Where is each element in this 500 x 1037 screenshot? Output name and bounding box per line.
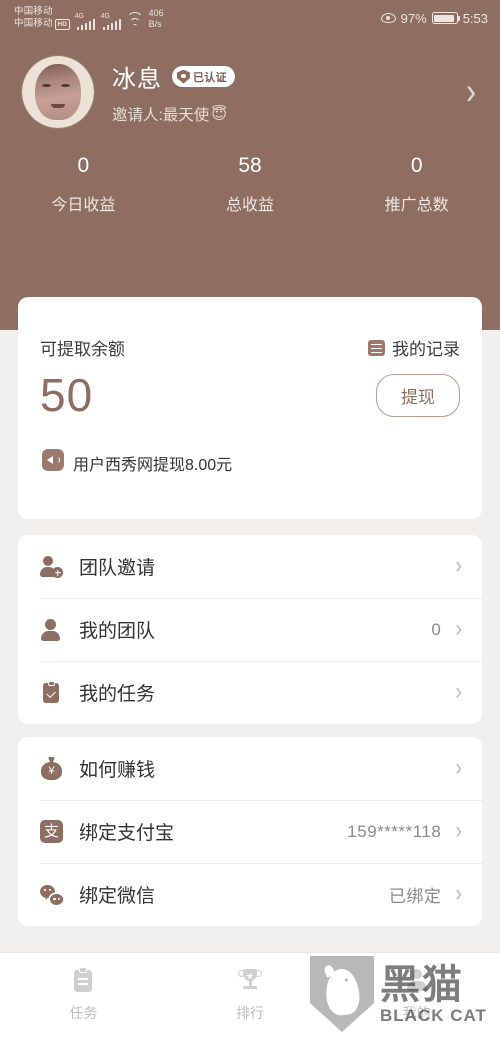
my-records-link[interactable]: 我的记录 xyxy=(368,335,460,360)
announcement-text: 用户西秀网提现8.00元 xyxy=(73,457,233,474)
menu-item-value: 已绑定 xyxy=(388,887,442,906)
announcement-marquee[interactable]: 用户西秀网提现8.00元 xyxy=(18,422,482,475)
network-speed-unit: B/s xyxy=(148,19,162,29)
clipboard-icon xyxy=(40,681,63,704)
balance-card: 可提取余额 我的记录 50 提现 用户西秀网提现8.00元 xyxy=(18,297,482,519)
status-bar-right: 97% 5:53 xyxy=(380,10,488,26)
profile-info: 冰息 已认证 邀请人:最天使 😇 xyxy=(112,59,466,125)
signal-bars-icon-2: 4G xyxy=(101,13,122,30)
balance-amount-row: 50 提现 xyxy=(18,360,482,422)
speaker-icon xyxy=(42,448,64,471)
menu-item-bind-wechat[interactable]: 绑定微信 已绑定 › xyxy=(18,863,482,926)
stat-value: 0 xyxy=(77,154,90,177)
menu-item-label: 绑定微信 xyxy=(79,886,156,907)
trophy-icon: ★ xyxy=(238,967,262,993)
menu-group-account: ¥ 如何赚钱 › 支 绑定支付宝 159*****118 › 绑定微信 已绑定 … xyxy=(18,737,482,926)
menu-item-my-tasks[interactable]: 我的任务 › xyxy=(18,661,482,724)
person-add-icon xyxy=(40,555,63,578)
balance-label: 可提取余额 xyxy=(40,340,125,359)
profile-header: 中国移动 中国移动 HD 4G 4G 406 B/s 97% 5:53 冰息 已… xyxy=(0,0,500,330)
verified-label: 已认证 xyxy=(193,71,227,84)
signal-strength-1 xyxy=(76,19,96,30)
menu-item-value: 159*****118 xyxy=(347,821,442,841)
carrier-name-2: 中国移动 xyxy=(14,18,53,29)
chevron-right-icon: › xyxy=(455,880,462,908)
balance-card-top: 可提取余额 我的记录 xyxy=(18,297,482,360)
tab-tasks[interactable]: 任务 xyxy=(0,953,167,1037)
inviter-label: 邀请人:最天使 xyxy=(112,107,210,124)
status-bar: 中国移动 中国移动 HD 4G 4G 406 B/s 97% 5:53 xyxy=(0,0,500,36)
signal-bars-icon-1: 4G xyxy=(75,13,96,30)
menu-item-label: 我的团队 xyxy=(79,621,156,642)
shield-icon xyxy=(177,69,190,84)
my-records-label: 我的记录 xyxy=(392,340,460,359)
tab-label: 任务 xyxy=(69,1005,98,1021)
wifi-icon xyxy=(126,12,144,29)
money-bag-icon: ¥ xyxy=(40,757,63,780)
menu-item-label: 绑定支付宝 xyxy=(79,823,175,844)
tab-ranking[interactable]: ★ 排行 xyxy=(167,953,334,1037)
carrier-info: 中国移动 中国移动 HD xyxy=(14,6,70,30)
chevron-right-icon: › xyxy=(455,817,462,845)
alipay-icon: 支 xyxy=(40,820,63,843)
person-icon xyxy=(40,618,63,641)
menu-item-bind-alipay[interactable]: 支 绑定支付宝 159*****118 › xyxy=(18,800,482,863)
profile-row[interactable]: 冰息 已认证 邀请人:最天使 😇 › xyxy=(0,36,500,128)
network-speed: 406 B/s xyxy=(149,8,164,30)
withdraw-button[interactable]: 提现 xyxy=(376,373,460,417)
stat-value: 0 xyxy=(410,154,423,177)
balance-amount: 50 xyxy=(40,369,94,421)
angel-emoji-icon: 😇 xyxy=(211,106,227,123)
chevron-right-icon[interactable]: › xyxy=(466,73,476,111)
chevron-right-icon: › xyxy=(455,754,462,782)
tab-label: 排行 xyxy=(236,1005,264,1021)
clipboard-icon xyxy=(71,967,95,993)
menu-item-team-invite[interactable]: 团队邀请 › xyxy=(18,535,482,598)
chevron-right-icon: › xyxy=(455,552,462,580)
battery-icon xyxy=(431,12,461,24)
signal-strength-2 xyxy=(102,19,122,30)
tab-label: 我的 xyxy=(402,1005,431,1021)
stat-label: 推广总数 xyxy=(384,197,449,214)
chevron-right-icon: › xyxy=(455,678,462,706)
verified-badge: 已认证 xyxy=(172,66,235,87)
hd-badge-icon: HD xyxy=(54,18,70,30)
stat-total-promotions[interactable]: 0 推广总数 xyxy=(333,154,500,215)
stats-row: 0 今日收益 58 总收益 0 推广总数 xyxy=(0,154,500,215)
profile-name-row: 冰息 已认证 xyxy=(112,59,466,94)
stat-label: 今日收益 xyxy=(51,197,116,214)
stat-value: 58 xyxy=(238,154,262,177)
tab-profile[interactable]: 我的 xyxy=(333,953,500,1037)
battery-percent-label: 97% xyxy=(400,10,427,26)
person-icon xyxy=(405,967,429,993)
records-icon xyxy=(368,339,385,356)
inviter-row: 邀请人:最天使 😇 xyxy=(112,103,466,125)
menu-item-how-to-earn[interactable]: ¥ 如何赚钱 › xyxy=(18,737,482,800)
network-speed-value: 406 xyxy=(148,8,164,18)
menu-item-label: 团队邀请 xyxy=(79,558,156,579)
menu-item-value: 0 xyxy=(431,619,442,639)
alipay-glyph: 支 xyxy=(43,822,59,840)
menu-group-team: 团队邀请 › 我的团队 0 › 我的任务 › xyxy=(18,535,482,724)
status-bar-left: 中国移动 中国移动 HD 4G 4G 406 B/s xyxy=(14,6,164,30)
wechat-icon xyxy=(40,883,63,906)
stat-label: 总收益 xyxy=(226,197,275,214)
carrier-row-2: 中国移动 HD xyxy=(14,18,70,30)
menu-item-label: 如何赚钱 xyxy=(79,760,156,781)
user-name: 冰息 xyxy=(112,66,162,93)
menu-item-my-team[interactable]: 我的团队 0 › xyxy=(18,598,482,661)
chevron-right-icon: › xyxy=(455,615,462,643)
menu-item-label: 我的任务 xyxy=(79,684,156,705)
bottom-tab-bar: 任务 ★ 排行 我的 xyxy=(0,952,500,1037)
stat-today-earnings[interactable]: 0 今日收益 xyxy=(0,154,167,215)
clock-label: 5:53 xyxy=(462,10,488,26)
avatar[interactable] xyxy=(22,56,94,128)
stat-total-earnings[interactable]: 58 总收益 xyxy=(167,154,334,215)
eye-comfort-icon xyxy=(380,13,396,23)
carrier-name-1: 中国移动 xyxy=(14,6,53,17)
